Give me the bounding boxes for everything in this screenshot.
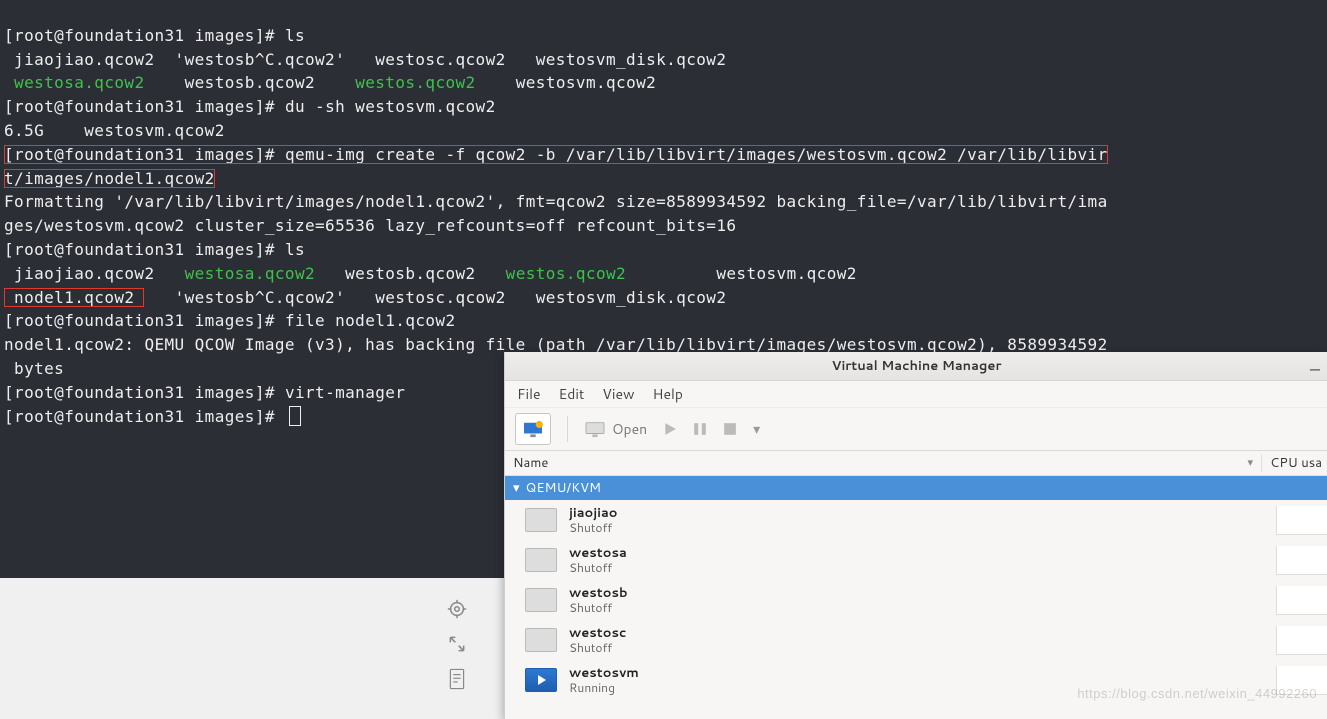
vm-status: Shutoff — [569, 561, 627, 575]
vm-status: Running — [569, 681, 639, 695]
pause-button[interactable] — [693, 422, 707, 436]
vm-row-westosvm[interactable]: westosvmRunning — [505, 660, 1327, 700]
run-button[interactable] — [663, 422, 677, 436]
formatting-output-1: Formatting '/var/lib/libvirt/images/node… — [4, 192, 1108, 211]
new-vm-button[interactable] — [515, 413, 551, 445]
cmd-file: file nodel1.qcow2 — [285, 311, 456, 330]
connection-row-qemu[interactable]: ▾ QEMU/KVM — [505, 476, 1327, 500]
file-westos-2: westos.qcow2 — [506, 264, 626, 283]
vm-row-westosa[interactable]: westosaShutoff — [505, 540, 1327, 580]
prompt: [root@foundation31 images]# — [4, 97, 275, 116]
column-cpu[interactable]: CPU usa — [1261, 454, 1327, 472]
vm-list: jiaojiaoShutoffwestosaShutoffwestosbShut… — [505, 500, 1327, 700]
vm-shutoff-icon — [525, 588, 557, 612]
chevron-down-icon: ▾ — [513, 479, 520, 497]
vm-shutoff-icon — [525, 628, 557, 652]
document-icon[interactable] — [448, 668, 466, 690]
virt-manager-window[interactable]: Virtual Machine Manager – File Edit View… — [504, 352, 1327, 719]
vm-row-westosc[interactable]: westoscShutoff — [505, 620, 1327, 660]
left-toolbar — [432, 598, 482, 710]
vm-status: Shutoff — [569, 521, 618, 535]
cmd-ls2: ls — [285, 240, 305, 259]
vmm-titlebar[interactable]: Virtual Machine Manager – — [505, 352, 1327, 381]
du-output: 6.5G westosvm.qcow2 — [4, 121, 225, 140]
open-label: Open — [612, 419, 647, 439]
vm-shutoff-icon — [525, 548, 557, 572]
minimize-icon[interactable]: – — [1310, 356, 1320, 382]
nodel1-file-box: nodel1.qcow2 — [4, 288, 144, 307]
cpu-sparkline — [1276, 546, 1327, 575]
vmm-menubar: File Edit View Help — [505, 381, 1327, 408]
shutdown-button[interactable] — [723, 422, 737, 436]
cmd-virt-manager: virt-manager — [285, 383, 405, 402]
cpu-sparkline — [1276, 626, 1327, 655]
vm-row-jiaojiao[interactable]: jiaojiaoShutoff — [505, 500, 1327, 540]
menu-file[interactable]: File — [517, 384, 541, 404]
prompt: [root@foundation31 images]# — [4, 145, 275, 164]
prompt: [root@foundation31 images]# — [4, 383, 275, 402]
prompt: [root@foundation31 images]# — [4, 407, 275, 426]
target-icon[interactable] — [446, 598, 468, 620]
open-button[interactable]: Open — [584, 419, 647, 439]
cpu-sparkline — [1276, 586, 1327, 615]
column-name[interactable]: Name — [505, 454, 1261, 472]
menu-help[interactable]: Help — [653, 384, 683, 404]
vm-row-westosb[interactable]: westosbShutoff — [505, 580, 1327, 620]
ls-output-line1: jiaojiao.qcow2 'westosb^C.qcow2' westosc… — [4, 50, 726, 69]
toolbar-separator — [567, 416, 568, 442]
cmd-du: du -sh westosvm.qcow2 — [285, 97, 496, 116]
prompt: [root@foundation31 images]# — [4, 26, 275, 45]
cpu-sparkline — [1276, 666, 1327, 695]
menu-view[interactable]: View — [602, 384, 634, 404]
expand-icon[interactable] — [447, 634, 467, 654]
vmm-toolbar: Open ▾ — [505, 408, 1327, 451]
formatting-output-2: ges/westosvm.qcow2 cluster_size=65536 la… — [4, 216, 736, 235]
host-label: QEMU/KVM — [526, 479, 601, 497]
vmm-column-headers: Name CPU usa — [505, 451, 1327, 476]
vm-status: Shutoff — [569, 641, 626, 655]
file-westosa: westosa.qcow2 — [14, 73, 144, 92]
menu-edit[interactable]: Edit — [559, 384, 585, 404]
vmm-title: Virtual Machine Manager — [832, 357, 1002, 375]
dropdown-arrow-icon[interactable]: ▾ — [753, 419, 760, 439]
prompt: [root@foundation31 images]# — [4, 240, 275, 259]
cursor[interactable] — [289, 406, 301, 426]
cmd-ls: ls — [285, 26, 305, 45]
file-output-2: bytes — [4, 359, 64, 378]
vm-shutoff-icon — [525, 508, 557, 532]
vm-status: Shutoff — [569, 601, 628, 615]
cpu-sparkline — [1276, 506, 1327, 535]
cmd-qemu-p1: qemu-img create -f qcow2 -b /var/lib/lib… — [285, 145, 1108, 164]
file-westosa-2: westosa.qcow2 — [185, 264, 315, 283]
cmd-qemu-p2: t/images/nodel1.qcow2 — [4, 169, 215, 188]
vm-running-icon — [525, 668, 557, 692]
file-westos: westos.qcow2 — [355, 73, 475, 92]
prompt: [root@foundation31 images]# — [4, 311, 275, 330]
qemu-img-command-box: [root@foundation31 images]# qemu-img cre… — [4, 145, 1108, 188]
